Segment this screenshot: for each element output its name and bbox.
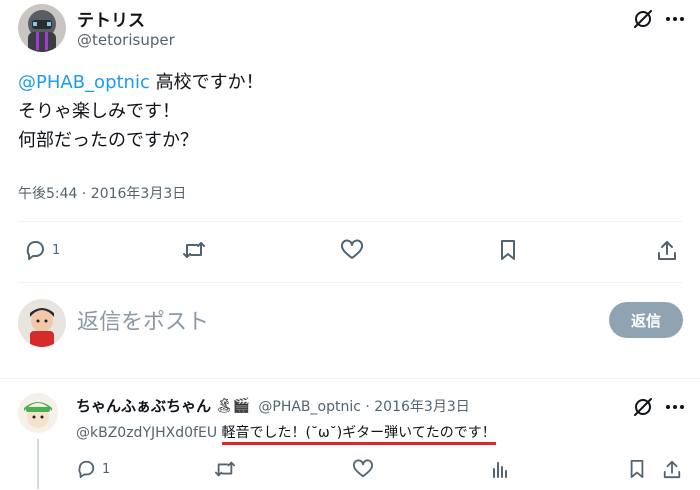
- heart-icon: [352, 459, 374, 479]
- post-text-line1: 高校ですか！: [149, 72, 264, 93]
- share-button[interactable]: [662, 459, 682, 479]
- post-text-line3: 何部だったのですか？: [18, 130, 198, 151]
- grok-icon[interactable]: [632, 396, 654, 422]
- reply-composer: 返信: [0, 291, 700, 361]
- like-button[interactable]: [352, 459, 374, 479]
- share-icon: [662, 459, 682, 479]
- like-button[interactable]: [340, 239, 364, 261]
- reply-mention[interactable]: @kBZ0zdYJHXd0fEU: [76, 425, 217, 441]
- more-icon[interactable]: [664, 10, 686, 28]
- bookmark-icon: [628, 459, 646, 479]
- reply-icon: [24, 239, 46, 261]
- reply-icon: [76, 459, 96, 479]
- user-avatar[interactable]: [18, 299, 66, 347]
- retweet-icon: [182, 239, 206, 261]
- reply-button[interactable]: 1: [76, 459, 110, 479]
- reply-author-name[interactable]: ちゃんふぁぶちゃん: [76, 395, 211, 416]
- bookmark-icon: [498, 239, 518, 261]
- heart-icon: [340, 239, 364, 261]
- grok-icon[interactable]: [632, 8, 654, 30]
- divider: [18, 221, 682, 222]
- reply-button[interactable]: 1: [24, 239, 60, 261]
- bookmark-button[interactable]: [628, 459, 646, 479]
- author-handle[interactable]: @tetorisuper: [77, 31, 175, 49]
- share-button[interactable]: [656, 239, 678, 261]
- reply-text-highlighted: 軽音でした！(˘ω˘)ギター弾いてたのです！: [221, 425, 496, 445]
- share-icon: [656, 239, 678, 261]
- views-button[interactable]: [490, 459, 510, 479]
- retweet-button[interactable]: [182, 239, 206, 261]
- retweet-icon: [214, 459, 236, 479]
- reply-submit-button[interactable]: 返信: [609, 302, 683, 338]
- reply-count: 1: [102, 461, 111, 477]
- reply-count: 1: [52, 242, 61, 258]
- views-icon: [490, 459, 510, 479]
- post-text: @PHAB_optnic 高校ですか！ そりゃ楽しみです！ 何部だったのですか？: [18, 68, 264, 155]
- reply-author-emoji: 🏝🎬: [215, 397, 251, 414]
- bookmark-button[interactable]: [498, 239, 518, 261]
- author-avatar[interactable]: [18, 4, 66, 52]
- author-name[interactable]: テトリス: [77, 6, 145, 31]
- more-icon[interactable]: [664, 398, 686, 420]
- post-text-line2: そりゃ楽しみです！: [18, 101, 180, 122]
- reply-post: ちゃんふぁぶちゃん 🏝🎬 @PHAB_optnic · 2016年3月3日 @k…: [0, 378, 700, 490]
- post-mention[interactable]: @PHAB_optnic: [18, 72, 150, 93]
- reply-header: ちゃんふぁぶちゃん 🏝🎬 @PHAB_optnic · 2016年3月3日: [76, 395, 470, 416]
- divider: [18, 282, 682, 283]
- reply-author-avatar[interactable]: [18, 393, 58, 433]
- thread-line: [37, 439, 39, 489]
- retweet-button[interactable]: [214, 459, 236, 479]
- main-post: テトリス @tetorisuper @PHAB_optnic 高校ですか！ そり…: [0, 0, 700, 290]
- reply-input[interactable]: [77, 305, 577, 339]
- reply-meta[interactable]: @PHAB_optnic · 2016年3月3日: [258, 396, 469, 416]
- post-timestamp[interactable]: 午後5:44 · 2016年3月3日: [18, 183, 186, 203]
- reply-text: @kBZ0zdYJHXd0fEU 軽音でした！(˘ω˘)ギター弾いてたのです！: [76, 422, 496, 445]
